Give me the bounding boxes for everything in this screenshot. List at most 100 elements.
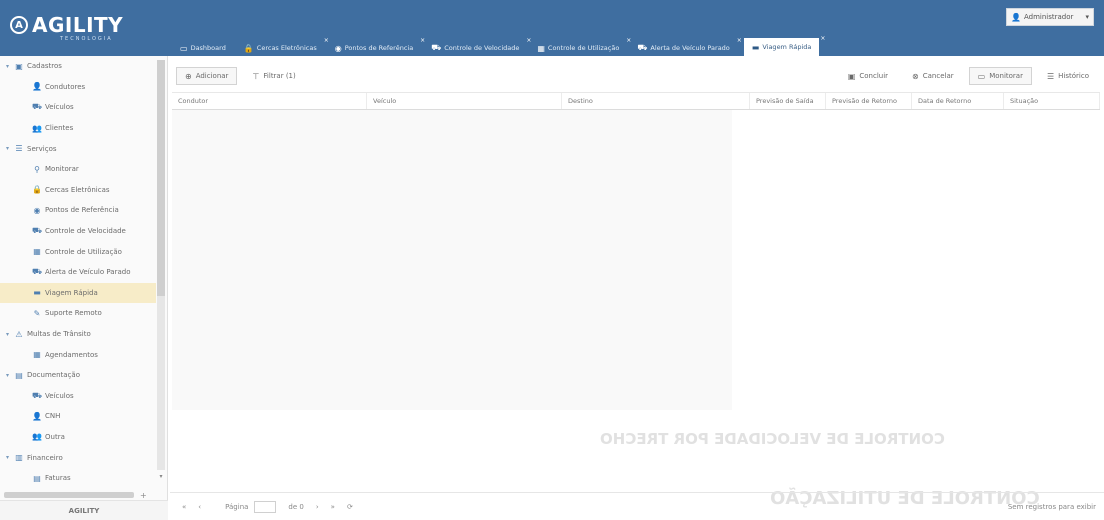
sidebar-item-label: Alerta de Veículo Parado <box>45 268 131 277</box>
close-icon[interactable]: × <box>420 37 425 44</box>
close-icon[interactable]: × <box>626 37 631 44</box>
chevron-down-icon[interactable]: ▾ <box>6 145 14 152</box>
close-icon[interactable]: × <box>820 35 825 42</box>
sidebar-item-label: Condutores <box>45 82 86 91</box>
sidebar-item[interactable]: ⛟ Veículos <box>0 97 156 118</box>
prev-page-button[interactable]: ‹ <box>198 503 201 511</box>
scrollbar-thumb[interactable] <box>157 60 165 296</box>
chevron-down-icon[interactable]: ▾ <box>6 372 14 379</box>
sidebar-item[interactable]: ▦ Agendamentos <box>0 344 156 365</box>
sidebar-item-label: Documentação <box>27 371 80 380</box>
tab-label: Controle de Velocidade <box>444 44 520 52</box>
calendar-icon: ▦ <box>537 43 545 53</box>
next-page-button[interactable]: › <box>316 503 319 511</box>
tab-item[interactable]: ◉ Pontos de Referência × <box>331 37 425 56</box>
history-button[interactable]: ☰ Histórico <box>1038 67 1098 85</box>
car-icon: ⛟ <box>637 43 648 52</box>
logo-subtitle: TECNOLOGIA <box>60 36 113 42</box>
close-icon[interactable]: × <box>526 37 531 44</box>
sidebar-item[interactable]: 👤 Condutores <box>0 77 156 98</box>
column-header[interactable]: Condutor <box>172 93 367 109</box>
sidebar-item[interactable]: 👥 Outra <box>0 427 156 448</box>
expand-icon[interactable]: + <box>140 491 147 500</box>
sidebar-item[interactable]: ▦ Controle de Utilização <box>0 241 156 262</box>
column-header[interactable]: Previsão de Retorno <box>826 93 912 109</box>
tab-item[interactable]: ⛟ Controle de Velocidade × <box>427 37 531 56</box>
close-icon[interactable]: × <box>324 37 329 44</box>
sidebar-group[interactable]: ▾ ▤ Documentação <box>0 365 156 386</box>
first-page-button[interactable]: « <box>182 503 186 511</box>
sidebar-item[interactable]: ◉ Pontos de Referência <box>0 200 156 221</box>
document-icon: ▤ <box>15 370 23 380</box>
chevron-down-icon[interactable]: ▾ <box>6 331 14 338</box>
globe-icon: ◉ <box>33 205 41 215</box>
tab-item[interactable]: ▭ Dashboard <box>176 40 230 56</box>
sidebar-footer: AGILITY <box>0 500 168 520</box>
sidebar-group[interactable]: ▾ ▥ Financeiro <box>0 447 156 468</box>
column-header[interactable]: Situação <box>1004 93 1100 109</box>
tab-item[interactable]: ▬ Viagem Rápida × <box>743 35 825 56</box>
hscrollbar-thumb[interactable] <box>4 492 134 498</box>
car-icon: ⛟ <box>431 43 442 52</box>
pin-icon: ⚲ <box>34 164 40 174</box>
sidebar-item-label: Outra <box>45 432 65 441</box>
conclude-button[interactable]: ▣ Concluir <box>839 67 897 85</box>
monitor-button-label: Monitorar <box>989 72 1023 80</box>
app-header: A AGILITY TECNOLOGIA 👤 Administrador ▾ ▭… <box>0 0 1104 56</box>
column-header[interactable]: Veículo <box>367 93 562 109</box>
tab-item[interactable]: 🔒 Cercas Eletrônicas × <box>240 37 329 56</box>
sidebar-hscrollbar[interactable]: + <box>4 490 154 500</box>
sidebar-scrollbar[interactable]: ▾ <box>157 60 165 480</box>
sidebar-item[interactable]: ⚲ Monitorar <box>0 159 156 180</box>
add-button[interactable]: ⊕ Adicionar <box>176 67 238 85</box>
user-name: Administrador <box>1023 13 1074 21</box>
last-page-button[interactable]: » <box>331 503 335 511</box>
column-header[interactable]: Data de Retorno <box>912 93 1004 109</box>
lock-icon: 🔒 <box>243 43 254 53</box>
sidebar-item-label: Clientes <box>45 124 74 133</box>
sidebar-group[interactable]: ▾ ⚠ Multas de Trânsito <box>0 324 156 345</box>
sidebar-item-label: Pontos de Referência <box>45 206 119 215</box>
sidebar-item[interactable]: ✎ Suporte Remoto <box>0 303 156 324</box>
users-icon: 👥 <box>32 432 42 442</box>
sidebar-item[interactable]: 👤 CNH <box>0 406 156 427</box>
invoice-icon: ▤ <box>33 473 41 483</box>
plus-circle-icon: ⊕ <box>185 71 192 81</box>
sidebar-item-label: CNH <box>45 412 61 421</box>
logo[interactable]: A AGILITY TECNOLOGIA <box>10 8 160 42</box>
sidebar-group[interactable]: ▾ ▣ Cadastros <box>0 56 156 77</box>
page-count-label: de 0 <box>288 502 304 511</box>
monitor-icon: ▭ <box>977 71 986 81</box>
monitor-button[interactable]: ▭ Monitorar <box>968 67 1032 85</box>
finance-icon: ▥ <box>15 453 23 463</box>
scroll-down-icon[interactable]: ▾ <box>157 473 165 480</box>
sidebar-item[interactable]: ▤ Faturas <box>0 468 156 489</box>
main-panel: ⊕ Adicionar ⊤ Filtrar (1) ▣ Concluir ⊗ C… <box>170 56 1104 520</box>
cancel-button[interactable]: ⊗ Cancelar <box>903 67 963 85</box>
column-header[interactable]: Previsão de Saída <box>750 93 826 109</box>
column-header[interactable]: Destino <box>562 93 750 109</box>
sidebar-group[interactable]: ▾ ☰ Serviços <box>0 138 156 159</box>
sidebar-item[interactable]: ⛟ Veículos <box>0 386 156 407</box>
traffic-icon: ⚠ <box>15 329 23 339</box>
sidebar-item[interactable]: ▬ Viagem Rápida <box>0 282 156 304</box>
sidebar-item[interactable]: ⛟ Alerta de Veículo Parado <box>0 262 156 283</box>
chevron-down-icon[interactable]: ▾ <box>6 454 14 461</box>
tab-item[interactable]: ⛟ Alerta de Veículo Parado × <box>633 37 741 56</box>
page-number-input[interactable] <box>254 500 277 513</box>
tab-item[interactable]: ▦ Controle de Utilização × <box>533 37 631 56</box>
sidebar-item[interactable]: 🔒 Cercas Eletrônicas <box>0 180 156 201</box>
sidebar-item[interactable]: 👥 Clientes <box>0 118 156 139</box>
user-menu[interactable]: 👤 Administrador ▾ <box>1006 8 1094 26</box>
close-icon[interactable]: × <box>737 37 742 44</box>
tab-label: Controle de Utilização <box>547 44 620 52</box>
sidebar-item[interactable]: ⛟ Controle de Velocidade <box>0 221 156 242</box>
grid-header: Condutor Veículo Destino Previsão de Saída P… <box>172 92 1100 110</box>
refresh-icon[interactable]: ⟳ <box>347 503 353 511</box>
sidebar-nav: ▾ ▣ Cadastros 👤 Condutores ⛟ Veículos 👥 Clientes… <box>0 56 156 488</box>
sidebar-item-label: Faturas <box>45 474 71 483</box>
chevron-down-icon[interactable]: ▾ <box>6 63 14 70</box>
support-icon: ✎ <box>33 308 41 318</box>
filter-icon: ⊤ <box>252 71 260 81</box>
filter-button[interactable]: ⊤ Filtrar (1) <box>243 67 304 85</box>
